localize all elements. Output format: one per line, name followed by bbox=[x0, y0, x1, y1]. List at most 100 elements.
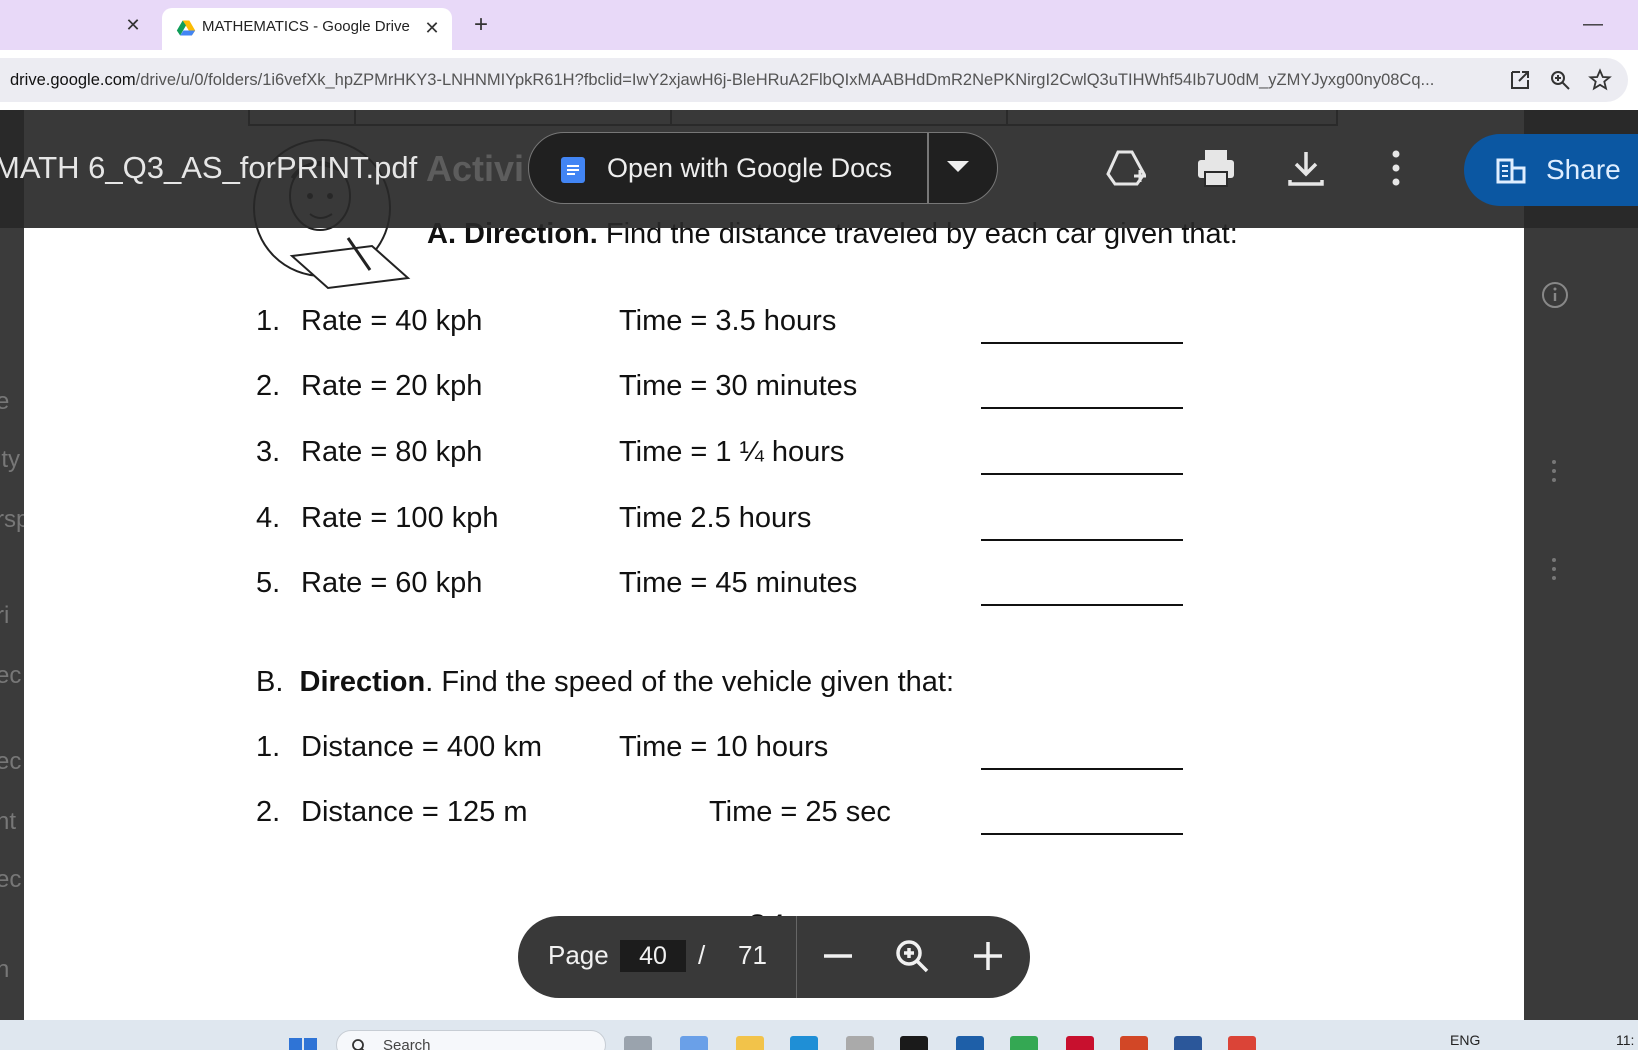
time-text: Time = 10 hours bbox=[619, 731, 829, 763]
zoom-out-icon[interactable] bbox=[818, 936, 858, 976]
answer-blank bbox=[981, 604, 1183, 606]
section-b-heading: B. Direction. Find the speed of the vehi… bbox=[256, 666, 955, 698]
page-separator: / bbox=[698, 940, 706, 970]
chrome-icon[interactable] bbox=[1228, 1036, 1256, 1050]
item-number: 4. bbox=[256, 502, 281, 534]
bookmark-star-icon[interactable] bbox=[1588, 68, 1612, 92]
divider bbox=[927, 133, 929, 203]
zoom-fit-icon[interactable] bbox=[892, 936, 932, 976]
google-drive-taskbar-icon[interactable] bbox=[1010, 1036, 1038, 1050]
chevron-down-icon[interactable] bbox=[947, 161, 969, 172]
background-text: ity bbox=[0, 446, 20, 473]
rate-text: Rate = 80 kph bbox=[301, 436, 483, 468]
share-icon bbox=[1496, 158, 1526, 184]
omnibox[interactable]: drive.google.com/drive/u/0/folders/1i6ve… bbox=[0, 58, 1628, 102]
file-name: MATH 6_Q3_AS_forPRINT.pdf bbox=[0, 150, 418, 185]
rate-text: Rate = 40 kph bbox=[301, 305, 483, 337]
open-with-google-docs-button[interactable]: Open with Google Docs bbox=[528, 132, 998, 204]
page-number-input[interactable] bbox=[620, 940, 686, 972]
item-number: 5. bbox=[256, 567, 281, 599]
previous-tab-close-button[interactable]: ✕ bbox=[120, 12, 146, 38]
windows-taskbar: Search ENG 11: bbox=[0, 1020, 1638, 1050]
url-text[interactable]: drive.google.com/drive/u/0/folders/1i6ve… bbox=[10, 71, 1490, 90]
download-icon[interactable] bbox=[1284, 146, 1328, 190]
pdf-page: A. Direction. Find the distance traveled… bbox=[24, 110, 1524, 1020]
distance-text: Distance = 125 m bbox=[301, 796, 528, 828]
tab-close-button[interactable]: ✕ bbox=[420, 16, 444, 40]
google-drive-icon bbox=[176, 20, 196, 36]
share-button[interactable]: Share bbox=[1464, 134, 1638, 206]
details-panel-background bbox=[1524, 110, 1638, 1020]
item-number: 3. bbox=[256, 436, 281, 468]
powerpoint-icon[interactable] bbox=[1120, 1036, 1148, 1050]
task-view-icon[interactable] bbox=[624, 1036, 652, 1050]
time-text: Time = 3.5 hours bbox=[619, 305, 837, 337]
answer-blank bbox=[981, 473, 1183, 475]
widgets-icon[interactable] bbox=[680, 1036, 708, 1050]
document-header-text: Activi bbox=[426, 148, 525, 189]
answer-blank bbox=[981, 768, 1183, 770]
time-text: Time 2.5 hours bbox=[619, 502, 812, 534]
netflix-icon[interactable] bbox=[1066, 1036, 1094, 1050]
google-docs-icon bbox=[561, 157, 585, 183]
rate-text: Rate = 100 kph bbox=[301, 502, 499, 534]
divider bbox=[796, 916, 797, 998]
page-navigation-bar: Page / 71 bbox=[518, 916, 1030, 998]
answer-blank bbox=[981, 407, 1183, 409]
tab-title: MATHEMATICS - Google Drive bbox=[202, 18, 410, 35]
rate-text: Rate = 20 kph bbox=[301, 370, 483, 402]
answer-blank bbox=[981, 539, 1183, 541]
open-in-app-icon[interactable] bbox=[1508, 68, 1532, 92]
zoom-icon[interactable] bbox=[1548, 68, 1572, 92]
pdf-viewer: e ity rsp ri ec ec nt ec n A. Direction.… bbox=[0, 110, 1638, 1020]
background-text: e bbox=[0, 388, 10, 415]
more-actions-icon[interactable] bbox=[1374, 146, 1418, 190]
time-text: Time = 30 minutes bbox=[619, 370, 858, 402]
clock[interactable]: 11: bbox=[1616, 1032, 1634, 1048]
minimize-button[interactable]: — bbox=[1578, 10, 1608, 40]
dropbox-icon[interactable] bbox=[900, 1036, 928, 1050]
item-number: 2. bbox=[256, 796, 281, 828]
rate-text: Rate = 60 kph bbox=[301, 567, 483, 599]
answer-blank bbox=[981, 833, 1183, 835]
background-text: ri bbox=[0, 602, 10, 629]
info-icon[interactable] bbox=[1540, 280, 1570, 310]
page-label: Page bbox=[548, 940, 609, 970]
time-text: Time = 25 sec bbox=[709, 796, 891, 828]
search-icon bbox=[352, 1039, 365, 1050]
windows-start-icon[interactable] bbox=[289, 1036, 317, 1050]
language-indicator[interactable]: ENG bbox=[1450, 1032, 1480, 1048]
file-explorer-icon[interactable] bbox=[736, 1036, 764, 1050]
background-text: rsp bbox=[0, 506, 24, 533]
store-icon[interactable] bbox=[956, 1036, 984, 1050]
time-text: Time = 45 minutes bbox=[619, 567, 858, 599]
background-text: n bbox=[0, 956, 10, 983]
distance-text: Distance = 400 km bbox=[301, 731, 542, 763]
add-shortcut-to-drive-icon[interactable] bbox=[1104, 146, 1148, 190]
background-text: ec bbox=[0, 748, 22, 775]
search-placeholder: Search bbox=[383, 1037, 431, 1050]
background-text: ec bbox=[0, 662, 22, 689]
background-drive-list: e ity rsp ri ec ec nt ec n bbox=[0, 110, 24, 1020]
new-tab-button[interactable]: + bbox=[466, 10, 496, 40]
time-text: Time = 1 ¼ hours bbox=[619, 436, 845, 468]
total-pages: 71 bbox=[738, 940, 767, 970]
zoom-in-icon[interactable] bbox=[968, 936, 1008, 976]
word-icon[interactable] bbox=[1174, 1036, 1202, 1050]
tab-bar: ✕ MATHEMATICS - Google Drive ✕ + — bbox=[0, 0, 1638, 50]
address-bar: drive.google.com/drive/u/0/folders/1i6ve… bbox=[0, 50, 1638, 110]
edge-icon[interactable] bbox=[790, 1036, 818, 1050]
background-text: ec bbox=[0, 866, 22, 893]
tab-mathematics[interactable]: MATHEMATICS - Google Drive ✕ bbox=[162, 8, 452, 50]
amazon-icon[interactable] bbox=[846, 1036, 874, 1050]
taskbar-search[interactable]: Search bbox=[336, 1030, 606, 1050]
background-text: nt bbox=[0, 808, 17, 835]
pdf-viewer-toolbar: MATH 6_Q3_AS_forPRINT.pdf Activi Open wi… bbox=[0, 110, 1638, 228]
print-icon[interactable] bbox=[1194, 146, 1238, 190]
answer-blank bbox=[981, 342, 1183, 344]
share-label: Share bbox=[1546, 154, 1621, 185]
more-options-icon[interactable] bbox=[1550, 554, 1580, 584]
item-number: 2. bbox=[256, 370, 281, 402]
item-number: 1. bbox=[256, 305, 281, 337]
more-options-icon[interactable] bbox=[1550, 456, 1580, 486]
